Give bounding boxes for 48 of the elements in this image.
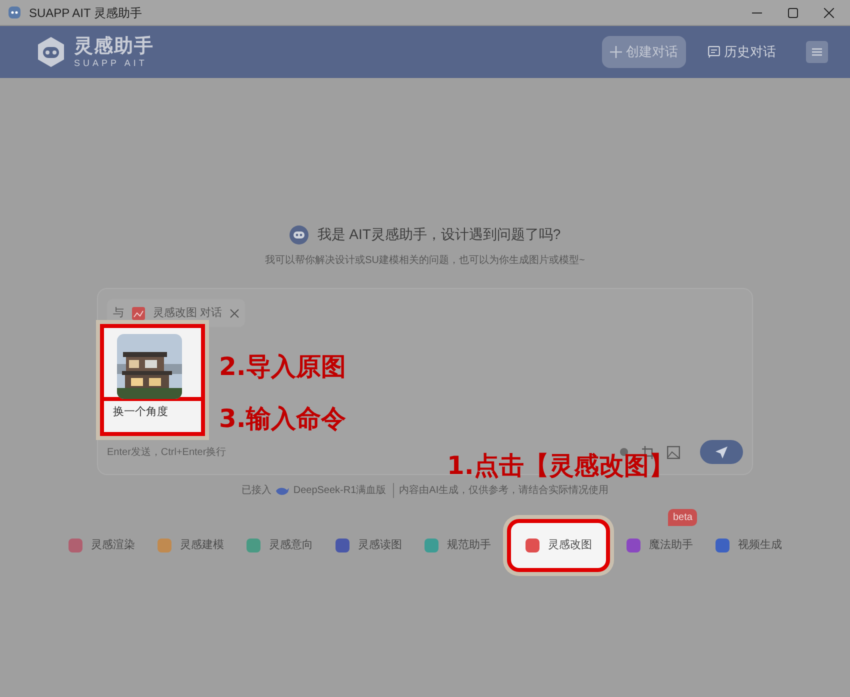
annotation-label: 2.导入原图 [219,354,346,379]
model-name: DeepSeek-R1满血版 [293,484,386,498]
plus-icon [610,46,622,58]
tool-icon [335,538,350,553]
tool-icon [157,538,172,553]
window-title: SUAPP AIT 灵感助手 [29,4,142,22]
input-field[interactable]: 换一个角度 [100,401,205,436]
create-chat-button[interactable]: 创建对话 [602,36,686,68]
robot-logo-icon [36,36,66,68]
tool-icon [715,538,730,553]
tool-icon [424,538,439,553]
disclaimer-prefix: 已接入 [241,484,272,498]
close-icon[interactable] [824,8,834,18]
tool-button[interactable]: 灵感建模 [149,531,232,560]
tool-button[interactable]: 视频生成 [707,531,790,560]
tool-icon [525,538,540,553]
tool-button[interactable]: 灵感意向 [238,531,321,560]
app-icon [8,6,21,19]
close-icon[interactable] [230,308,240,318]
tool-button[interactable]: 规范助手 [416,531,499,560]
welcome-subtitle: 我可以帮你解决设计或SU建模相关的问题，也可以为你生成图片或模型~ [264,254,586,268]
logo-subtitle: SUAPP AIT [74,58,148,68]
welcome-title: 我是 AIT灵感助手，设计遇到问题了吗? [317,225,561,244]
maximize-icon[interactable] [788,8,798,18]
image-edit-icon [132,306,145,320]
image-icon[interactable] [667,446,680,458]
tool-button[interactable]: 灵感改图 [511,523,606,568]
annotation-label: 1.点击【灵感改图】 [447,453,674,478]
chip-tool-name: 灵感改图 对话 [153,306,222,321]
send-button[interactable] [700,440,743,464]
chat-input-field[interactable]: Enter发送，Ctrl+Enter换行 [107,444,277,460]
chip-prefix: 与 [113,306,124,321]
tool-button[interactable]: 灵感渲染 [60,531,143,560]
logo-title: 灵感助手 [74,36,154,56]
send-icon [715,446,728,458]
robot-icon [289,224,310,244]
disclaimer-text: 内容由AI生成，仅供参考，请结合实际情况使用 [393,483,609,498]
annotation-label: 3.输入命令 [219,406,346,431]
tool-button[interactable]: 灵感读图 [327,531,410,560]
tool-icon [68,538,83,553]
history-button[interactable]: 历史对话 [700,36,784,68]
chat-list-icon [708,46,720,58]
beta-badge: beta [668,509,698,526]
tool-icon [246,538,261,553]
menu-icon [812,48,822,56]
tool-icon [626,538,641,553]
menu-button[interactable] [806,41,828,63]
whale-icon [275,486,290,496]
